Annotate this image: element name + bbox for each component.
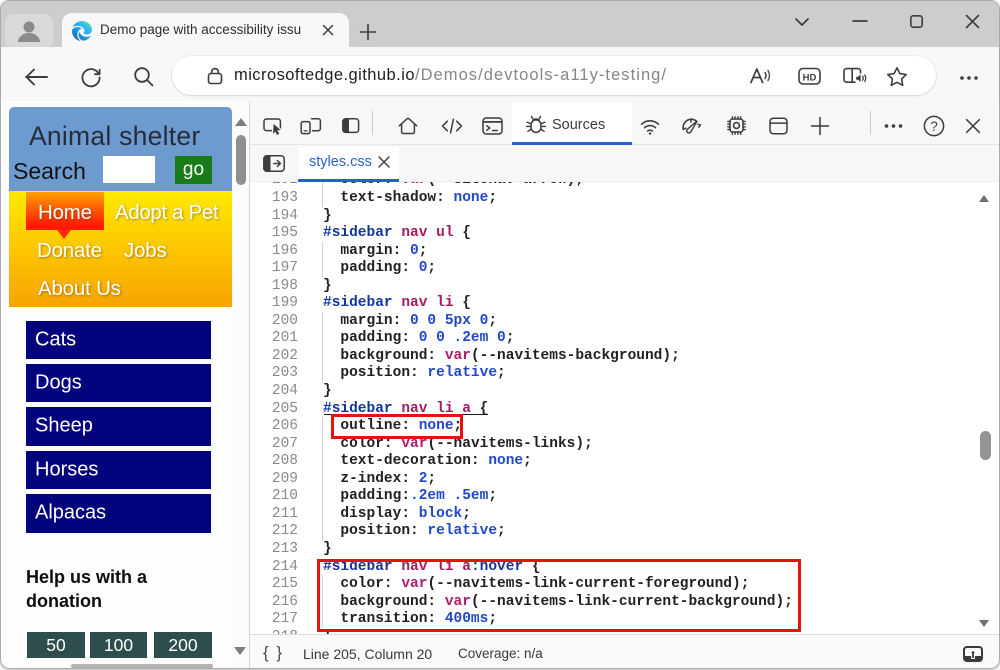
- svg-text:HD: HD: [803, 72, 817, 83]
- svg-text:?: ?: [930, 119, 938, 134]
